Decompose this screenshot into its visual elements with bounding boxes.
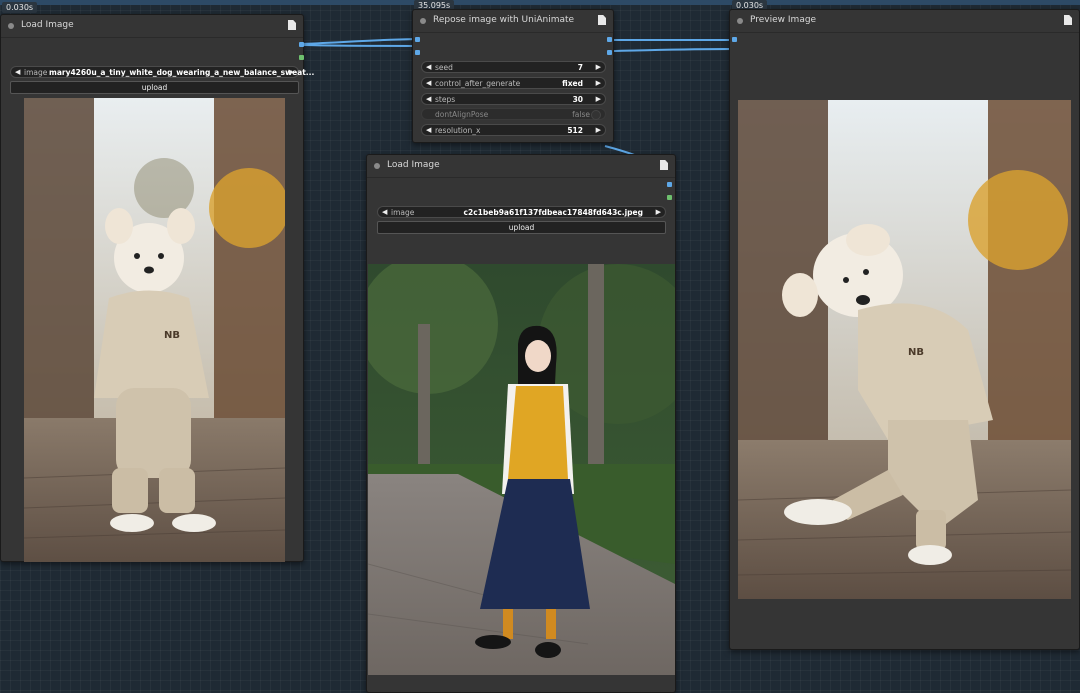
output-port-mask[interactable] <box>667 195 672 200</box>
widget-value: 512 <box>567 126 583 135</box>
upload-button[interactable]: upload <box>377 221 666 234</box>
load-image-node-2[interactable]: Load Image ◀ image c2c1beb9a61f137fdbeac… <box>366 154 676 693</box>
node-title: Repose image with UniAnimate <box>433 15 575 25</box>
arrow-left-icon[interactable]: ◀ <box>426 126 431 134</box>
arrow-right-icon[interactable]: ▶ <box>596 79 601 87</box>
widget-label: control_after_generate <box>435 79 521 88</box>
node-header[interactable]: Repose image with UniAnimate <box>413 10 613 33</box>
preview-image-node[interactable]: Preview Image NB <box>729 9 1080 650</box>
output-port-image[interactable] <box>607 37 612 42</box>
arrow-left-icon[interactable]: ◀ <box>15 68 20 76</box>
repose-unianimate-node[interactable]: Repose image with UniAnimate ◀ seed 7 ▶ … <box>412 9 614 143</box>
image-preview-result: NB <box>738 100 1071 599</box>
node-title: Load Image <box>21 20 74 30</box>
seed-widget[interactable]: ◀ seed 7 ▶ <box>421 61 606 73</box>
collapse-dot-icon[interactable] <box>8 23 14 29</box>
document-icon <box>660 160 668 170</box>
arrow-left-icon[interactable]: ◀ <box>426 63 431 71</box>
timing-left: 0.030s <box>2 2 38 13</box>
collapse-dot-icon[interactable] <box>374 163 380 169</box>
output-port-image[interactable] <box>299 42 304 47</box>
document-icon <box>288 20 296 30</box>
image-preview-dog: NB <box>24 98 285 562</box>
steps-widget[interactable]: ◀ steps 30 ▶ <box>421 93 606 105</box>
dont-align-pose-toggle[interactable]: dontAlignPose false <box>421 108 606 120</box>
load-image-node-1[interactable]: Load Image ◀ image mary4260u_a_tiny_whit… <box>0 14 314 562</box>
widget-value: fixed <box>562 79 583 88</box>
image-preview-woman <box>368 264 675 675</box>
input-port-image[interactable] <box>415 37 420 42</box>
image-select-widget[interactable]: ◀ image mary4260u_a_tiny_white_dog_weari… <box>10 66 314 78</box>
svg-text:NB: NB <box>908 347 924 358</box>
resolution-x-widget[interactable]: ◀ resolution_x 512 ▶ <box>421 124 606 136</box>
toggle-knob-icon[interactable] <box>591 110 601 120</box>
widget-label: image <box>391 208 415 217</box>
arrow-right-icon[interactable]: ▶ <box>289 68 294 76</box>
collapse-dot-icon[interactable] <box>420 18 426 24</box>
node-header[interactable]: Load Image <box>367 155 675 178</box>
widget-value: 30 <box>572 95 583 104</box>
document-icon <box>598 15 606 25</box>
upload-button[interactable]: upload <box>10 81 299 94</box>
control-after-generate-widget[interactable]: ◀ control_after_generate fixed ▶ <box>421 77 606 89</box>
node-header[interactable]: Preview Image <box>730 10 1079 33</box>
widget-label: resolution_x <box>435 126 481 135</box>
input-port-images[interactable] <box>732 37 737 42</box>
widget-value: false <box>572 110 590 119</box>
output-port-mask[interactable] <box>299 55 304 60</box>
widget-label: dontAlignPose <box>435 110 489 119</box>
input-port-pose-image[interactable] <box>415 50 420 55</box>
widget-label: image <box>24 68 48 77</box>
svg-text:NB: NB <box>164 330 180 341</box>
arrow-right-icon[interactable]: ▶ <box>656 208 661 216</box>
collapse-dot-icon[interactable] <box>737 18 743 24</box>
document-icon <box>1064 15 1072 25</box>
link-image-1b <box>301 44 417 47</box>
node-header[interactable]: Load Image <box>1 15 303 38</box>
widget-value: mary4260u_a_tiny_white_dog_wearing_a_new… <box>49 68 315 77</box>
widget-value: 7 <box>577 63 583 72</box>
arrow-right-icon[interactable]: ▶ <box>596 95 601 103</box>
link-output-b <box>609 48 731 52</box>
arrow-left-icon[interactable]: ◀ <box>426 79 431 87</box>
image-select-widget[interactable]: ◀ image c2c1beb9a61f137fdbeac17848fd643c… <box>377 206 666 218</box>
widget-label: steps <box>435 95 456 104</box>
arrow-left-icon[interactable]: ◀ <box>426 95 431 103</box>
output-port-image[interactable] <box>667 182 672 187</box>
arrow-right-icon[interactable]: ▶ <box>596 126 601 134</box>
link-image-1 <box>301 38 417 45</box>
output-port-poses[interactable] <box>607 50 612 55</box>
arrow-right-icon[interactable]: ▶ <box>596 63 601 71</box>
widget-label: seed <box>435 63 453 72</box>
widget-value: c2c1beb9a61f137fdbeac17848fd643c.jpeg <box>463 208 643 217</box>
node-title: Load Image <box>387 160 440 170</box>
node-title: Preview Image <box>750 15 817 25</box>
arrow-left-icon[interactable]: ◀ <box>382 208 387 216</box>
